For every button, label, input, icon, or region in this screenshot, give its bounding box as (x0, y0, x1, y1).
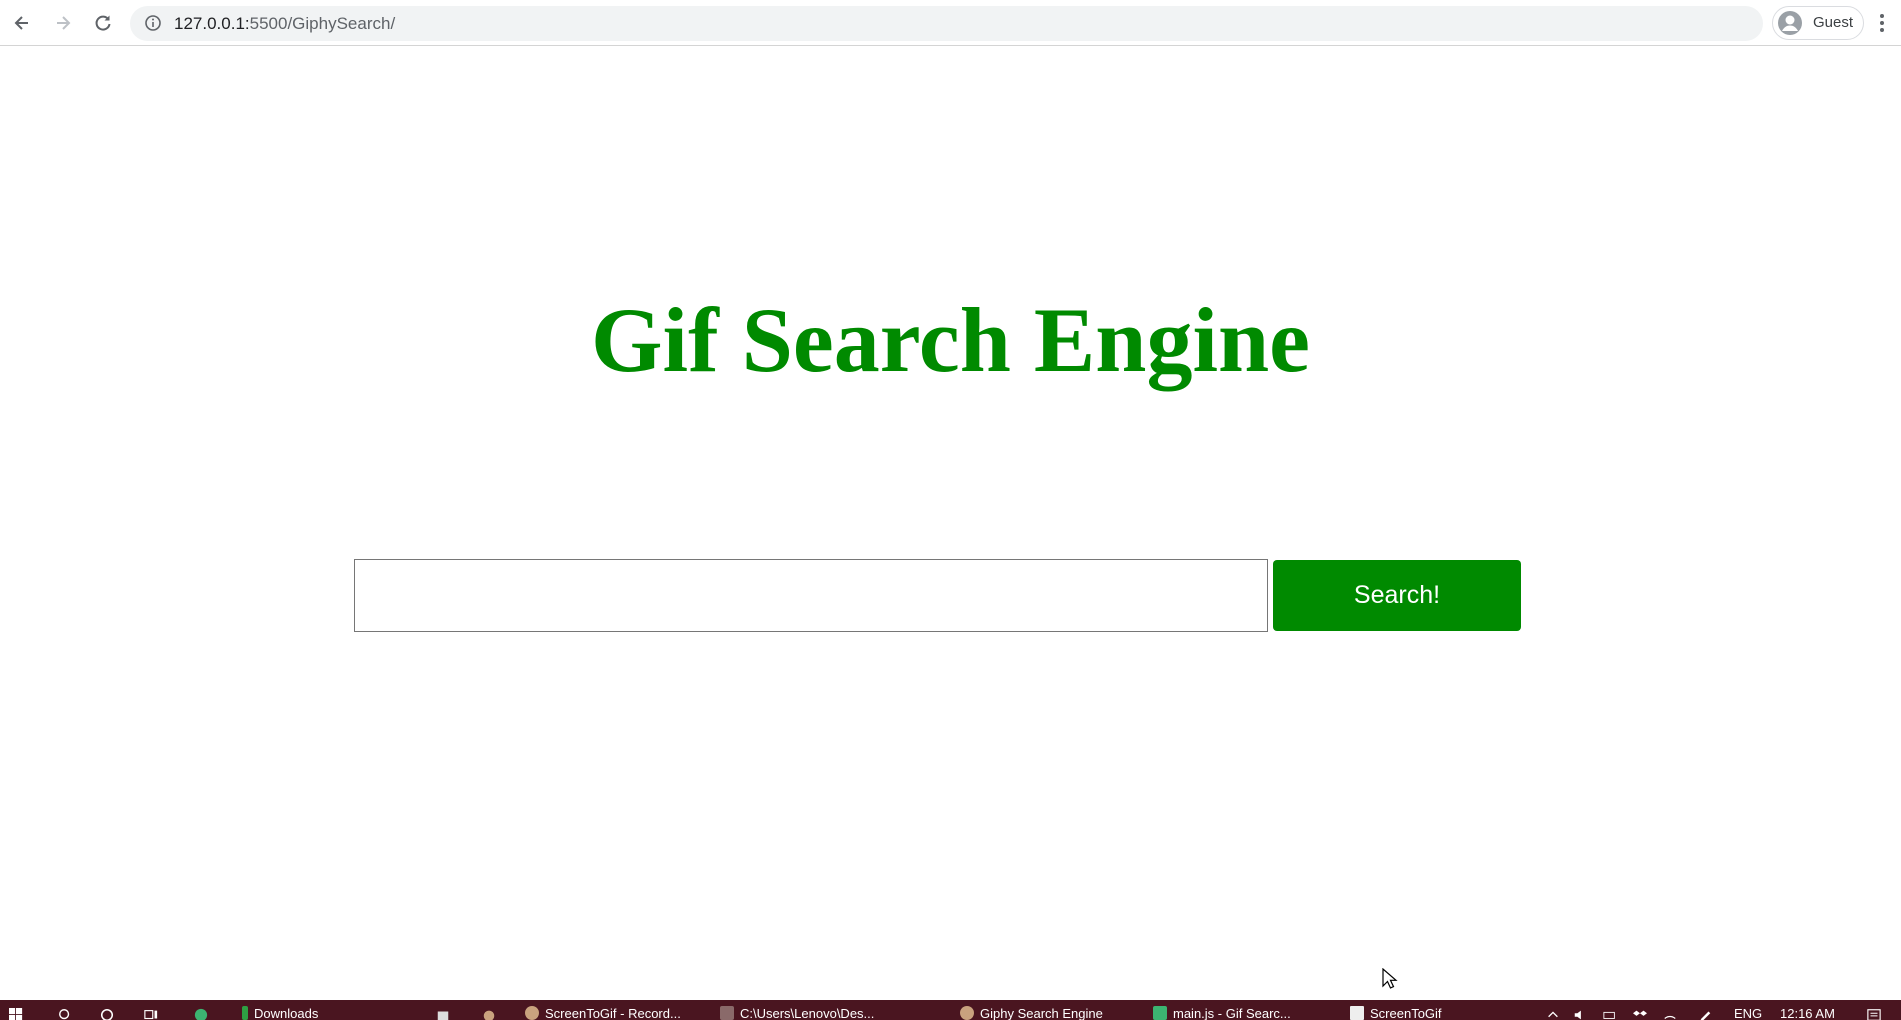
app-icon[interactable] (481, 1008, 497, 1020)
search-button[interactable]: Search! (1273, 560, 1521, 631)
folder-icon (242, 1006, 248, 1020)
pen-icon[interactable] (1697, 1008, 1713, 1020)
search-icon[interactable] (57, 1008, 73, 1020)
taskbar-item-screentogif[interactable]: ScreenToGif (1350, 1006, 1442, 1020)
url-text[interactable]: 127.0.0.1:5500/GiphySearch/ (174, 14, 395, 34)
search-input[interactable] (354, 559, 1268, 632)
language-indicator[interactable]: ENG (1734, 1006, 1762, 1020)
task-view-icon[interactable] (143, 1008, 159, 1020)
taskbar-item-label: ScreenToGif - Record... (545, 1005, 681, 1020)
app-icon[interactable] (193, 1008, 209, 1020)
taskbar-item-screentogif-record[interactable]: ScreenToGif - Record... (525, 1006, 681, 1020)
avatar-icon (1778, 11, 1802, 35)
reload-button[interactable] (89, 9, 117, 37)
notifications-icon[interactable] (1866, 1008, 1882, 1020)
screentogif-icon (525, 1006, 539, 1020)
more-menu-icon[interactable] (1876, 11, 1888, 35)
profile-button[interactable]: Guest (1772, 6, 1864, 40)
taskbar-item-label: Downloads (254, 1005, 319, 1020)
taskbar: Downloads ScreenToGif - Record... C:\Use… (0, 1000, 1901, 1020)
arrow-right-icon (57, 16, 71, 30)
reload-icon (95, 15, 111, 31)
taskbar-item-label: ScreenToGif (1370, 1005, 1442, 1020)
taskbar-item-label: main.js - Gif Searc... (1173, 1005, 1291, 1020)
info-icon[interactable] (144, 14, 162, 32)
forward-button[interactable] (49, 9, 77, 37)
chevron-up-icon[interactable] (1545, 1008, 1561, 1020)
taskbar-item-label: C:\Users\Lenovo\Des... (740, 1005, 875, 1020)
store-icon[interactable] (435, 1008, 451, 1020)
clock[interactable]: 12:16 AM (1780, 1006, 1835, 1020)
browser-toolbar: 127.0.0.1:5500/GiphySearch/ Guest (0, 0, 1901, 46)
dropbox-icon[interactable] (1632, 1008, 1648, 1020)
windows-start-icon[interactable] (8, 1008, 24, 1020)
taskbar-item-label: Giphy Search Engine (980, 1005, 1103, 1020)
taskbar-item-terminal[interactable]: C:\Users\Lenovo\Des... (720, 1006, 874, 1020)
arrow-left-icon (14, 16, 28, 30)
mouse-cursor-icon (1382, 968, 1398, 989)
taskbar-item-vscode[interactable]: main.js - Gif Searc... (1153, 1006, 1291, 1020)
terminal-icon (720, 1006, 734, 1020)
url-path: 5500/GiphySearch/ (249, 14, 396, 33)
vscode-icon (1153, 1006, 1167, 1020)
url-host: 127.0.0.1: (174, 14, 250, 33)
page-title: Gif Search Engine (590, 289, 1311, 391)
screentogif-icon (1350, 1006, 1364, 1020)
taskbar-item-downloads[interactable]: Downloads (242, 1006, 318, 1020)
taskbar-item-browser[interactable]: Giphy Search Engine (960, 1006, 1103, 1020)
cortana-icon[interactable] (99, 1008, 115, 1020)
wifi-icon[interactable] (1662, 1008, 1678, 1020)
back-button[interactable] (8, 9, 36, 37)
battery-icon[interactable] (1602, 1008, 1618, 1020)
volume-muted-icon[interactable] (1572, 1008, 1588, 1020)
address-bar[interactable]: 127.0.0.1:5500/GiphySearch/ (130, 6, 1763, 41)
chrome-icon (960, 1006, 974, 1020)
profile-label: Guest (1813, 14, 1854, 31)
